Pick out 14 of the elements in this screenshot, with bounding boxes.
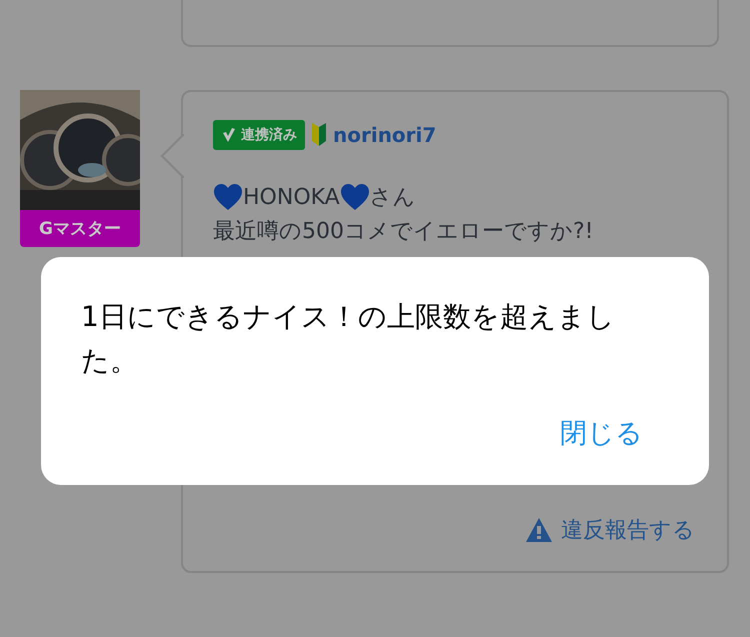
honorific-text: さん: [370, 184, 416, 212]
alert-message: 1日にできるナイス！の上限数を超えました。: [81, 299, 616, 379]
linked-badge: 連携済み: [213, 120, 305, 150]
heart-icon: [340, 183, 370, 211]
check-icon: [221, 127, 237, 143]
username-link[interactable]: norinori7: [333, 123, 436, 147]
close-button[interactable]: 閉じる: [556, 411, 647, 455]
comment-text: 最近噂の500コメでイエローですか?!: [213, 218, 594, 246]
heart-icon: [213, 183, 243, 211]
beginner-mark-icon: [311, 123, 327, 147]
mention-name: HONOKA: [243, 184, 340, 210]
warning-icon: [525, 517, 553, 543]
report-link[interactable]: 違反報告する: [525, 515, 695, 545]
rank-label: Gマスター: [20, 210, 140, 247]
